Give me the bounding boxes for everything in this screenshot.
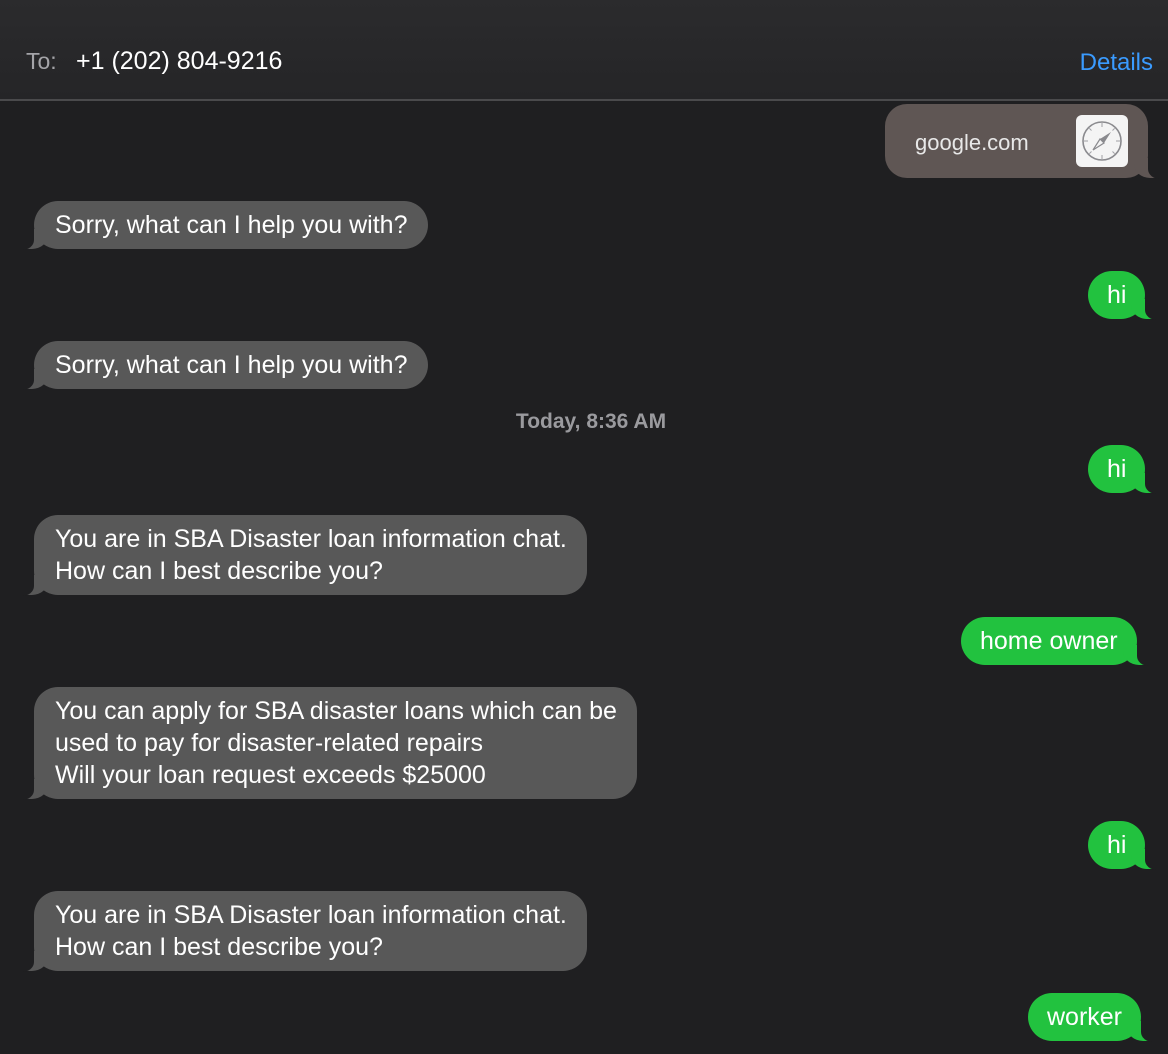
outgoing-message[interactable]: hi — [1088, 271, 1167, 320]
link-preview-url: google.com — [915, 130, 1029, 155]
conversation-header: To: +1 (202) 804-9216 Details — [0, 0, 1168, 101]
incoming-message[interactable]: Sorry, what can I help you with? — [14, 341, 428, 390]
incoming-message[interactable]: You are in SBA Disaster loan information… — [14, 891, 587, 972]
incoming-message[interactable]: You are in SBA Disaster loan information… — [14, 515, 587, 596]
recipient-field[interactable]: +1 (202) 804-9216 — [76, 47, 282, 76]
incoming-message[interactable]: You can apply for SBA disaster loans whi… — [14, 687, 637, 800]
outgoing-message[interactable]: home owner — [961, 617, 1157, 666]
outgoing-message[interactable]: hi — [1088, 445, 1167, 494]
safari-compass-icon — [1076, 115, 1128, 167]
outgoing-message[interactable]: hi — [1088, 821, 1167, 870]
to-label: To: — [26, 48, 57, 74]
incoming-message[interactable]: Sorry, what can I help you with? — [14, 201, 428, 250]
details-button[interactable]: Details — [1080, 49, 1153, 77]
outgoing-message[interactable]: worker — [1028, 993, 1162, 1042]
timestamp-divider: Today, 8:36 AM — [515, 410, 667, 433]
link-preview-bubble[interactable]: google.com — [885, 104, 1168, 179]
